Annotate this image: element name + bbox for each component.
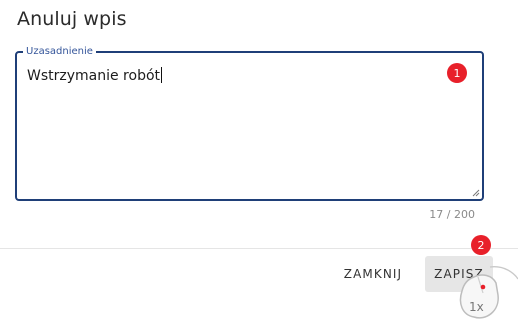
character-counter: 17 / 200 xyxy=(429,208,475,221)
text-caret xyxy=(161,67,163,83)
justification-value: Wstrzymanie robót xyxy=(27,68,161,84)
dialog-divider xyxy=(0,248,518,249)
justification-label: Uzasadnienie xyxy=(23,46,96,58)
step-badge-1: 1 xyxy=(447,63,467,83)
close-button[interactable]: ZAMKNIJ xyxy=(333,256,413,292)
dialog-title: Anuluj wpis xyxy=(17,8,127,30)
click-count-label: 1x xyxy=(469,300,484,314)
resize-handle-icon[interactable] xyxy=(472,189,480,197)
step-badge-2: 2 xyxy=(471,235,491,255)
justification-field[interactable]: Uzasadnienie Wstrzymanie robót xyxy=(15,46,484,201)
cancel-entry-dialog: Anuluj wpis Uzasadnienie Wstrzymanie rob… xyxy=(0,0,518,326)
mouse-click-icon: 1x xyxy=(459,266,518,319)
justification-input[interactable]: Wstrzymanie robót xyxy=(27,67,163,84)
